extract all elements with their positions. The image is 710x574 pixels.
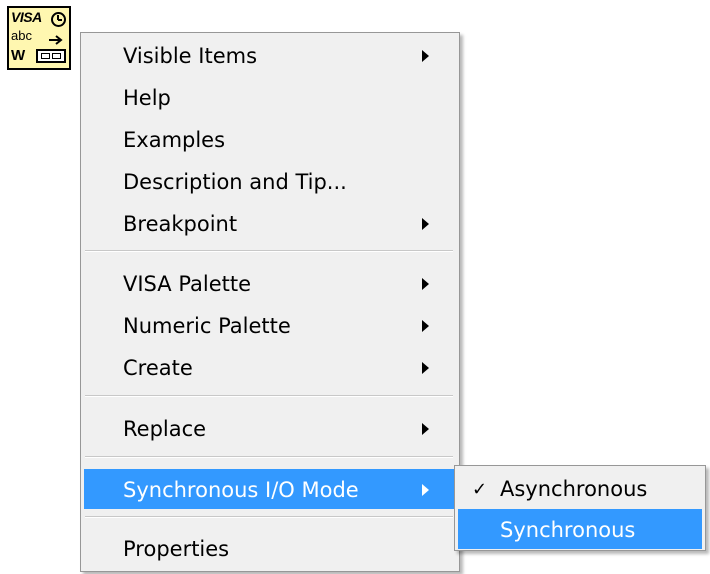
- menu-item-visible-items[interactable]: Visible Items: [84, 35, 456, 75]
- submenu-arrow-icon: [422, 423, 429, 435]
- submenu-item-label: Synchronous: [500, 518, 636, 542]
- menu-item-create[interactable]: Create: [84, 347, 456, 387]
- menu-item-label: Properties: [123, 537, 230, 561]
- io-mode-submenu: ✓ Asynchronous Synchronous: [454, 465, 706, 551]
- menu-item-label: Help: [123, 86, 171, 110]
- menu-item-label: Numeric Palette: [123, 314, 291, 338]
- submenu-item-synchronous[interactable]: Synchronous: [458, 509, 702, 549]
- menu-item-label: Visible Items: [123, 44, 258, 68]
- menu-item-replace[interactable]: Replace: [84, 408, 456, 448]
- menu-item-numeric-palette[interactable]: Numeric Palette: [84, 305, 456, 345]
- menu-separator: [85, 395, 453, 397]
- menu-item-label: VISA Palette: [123, 272, 252, 296]
- menu-item-label: Create: [123, 356, 193, 380]
- menu-item-description-and-tip[interactable]: Description and Tip...: [84, 161, 456, 201]
- menu-item-label: Breakpoint: [123, 212, 238, 236]
- submenu-arrow-icon: [422, 362, 429, 374]
- menu-item-label: Replace: [123, 417, 207, 441]
- menu-separator: [85, 456, 453, 458]
- menu-item-properties[interactable]: Properties: [84, 528, 456, 568]
- menu-item-label: Description and Tip...: [123, 170, 347, 194]
- menu-item-label: Examples: [123, 128, 226, 152]
- checkmark-icon: ✓: [472, 479, 488, 500]
- submenu-arrow-icon: [422, 278, 429, 290]
- clock-icon: [51, 12, 66, 27]
- icon-w-text: W: [11, 47, 26, 64]
- submenu-arrow-icon: [422, 484, 429, 496]
- menu-item-label: Synchronous I/O Mode: [123, 478, 359, 502]
- menu-item-visa-palette[interactable]: VISA Palette: [84, 263, 456, 303]
- menu-item-breakpoint[interactable]: Breakpoint: [84, 203, 456, 243]
- arrow-right-icon: [49, 35, 63, 45]
- menu-item-examples[interactable]: Examples: [84, 119, 456, 159]
- menu-item-help[interactable]: Help: [84, 77, 456, 117]
- io-terminal-icon: [36, 49, 66, 63]
- menu-item-synchronous-io-mode[interactable]: Synchronous I/O Mode: [84, 469, 456, 509]
- submenu-arrow-icon: [422, 320, 429, 332]
- visa-write-icon[interactable]: VISA abc W: [7, 6, 71, 70]
- context-menu: Visible Items Help Examples Description …: [80, 32, 460, 572]
- submenu-arrow-icon: [422, 50, 429, 62]
- submenu-arrow-icon: [422, 218, 429, 230]
- submenu-item-label: Asynchronous: [500, 477, 648, 501]
- icon-abc-text: abc: [11, 28, 32, 43]
- menu-separator: [85, 250, 453, 252]
- menu-separator: [85, 516, 453, 518]
- submenu-item-asynchronous[interactable]: ✓ Asynchronous: [458, 468, 702, 508]
- icon-visa-text: VISA: [11, 9, 42, 25]
